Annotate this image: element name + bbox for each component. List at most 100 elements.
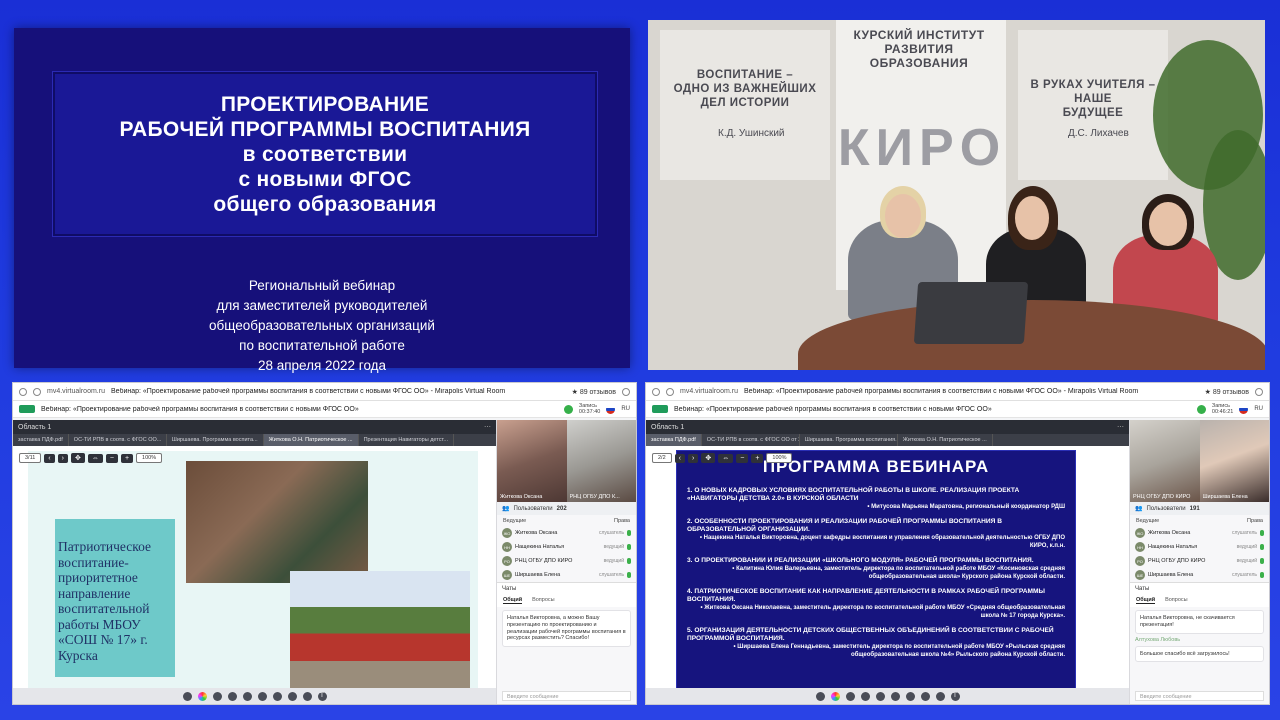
language-selector[interactable]: RU <box>621 406 630 412</box>
user-row[interactable]: ЖО Житкова Оксана слушатель <box>1130 526 1269 540</box>
marker-icon[interactable] <box>875 691 885 701</box>
user-name: Нащекина Наталья <box>515 544 565 550</box>
zoom-out-button[interactable]: − <box>736 453 749 463</box>
chat-input[interactable]: Введите сообщение <box>1135 691 1264 701</box>
move-icon[interactable]: ✥ <box>701 453 716 463</box>
user-row[interactable]: ЖО Житкова Оксана слушатель <box>497 526 636 540</box>
rectangle-icon[interactable] <box>272 691 282 701</box>
zoom-icon[interactable] <box>845 691 855 701</box>
chat-tab-questions[interactable]: Вопросы <box>532 597 555 604</box>
laptop <box>913 282 1029 344</box>
record-icon[interactable] <box>563 404 573 414</box>
eraser-icon[interactable] <box>302 691 312 701</box>
mic-icon[interactable] <box>1260 544 1264 550</box>
pen-icon[interactable] <box>227 691 237 701</box>
quote-line: В РУКАХ УЧИТЕЛЯ – <box>1030 79 1156 91</box>
camera-feed[interactable]: Ширшаева Елена <box>1199 420 1269 502</box>
area-menu-icon[interactable]: ⋯ <box>1117 423 1124 431</box>
reviews-badge[interactable]: ★ 89 отзывов <box>1205 388 1249 396</box>
mic-icon[interactable] <box>627 530 631 536</box>
users-count: 202 <box>556 505 567 512</box>
marker-icon[interactable] <box>242 691 252 701</box>
doc-tab[interactable]: Ширшаева. Программа воспитания. Моду... <box>800 434 898 446</box>
chat-tab-general[interactable]: Общий <box>503 597 523 604</box>
zoom-in-button[interactable]: + <box>751 453 764 463</box>
camera-feed[interactable]: Житкова Оксана <box>497 420 567 502</box>
user-row[interactable]: РО РНЦ ОГБУ ДПО КИРО ведущий <box>497 554 636 568</box>
download-icon[interactable] <box>622 387 630 396</box>
doc-tab[interactable]: заставка ПДФ.pdf <box>13 434 69 446</box>
doc-tab-active[interactable]: заставка ПДФ.pdf <box>646 434 702 446</box>
chats-header[interactable]: Чаты <box>1130 582 1269 594</box>
doc-tab[interactable]: Презентация Навигаторы детст... <box>359 434 455 446</box>
zoom-out-button[interactable]: − <box>105 453 118 463</box>
mic-icon[interactable] <box>627 558 631 564</box>
chat-input[interactable]: Введите сообщение <box>502 691 631 701</box>
move-icon[interactable]: ✥ <box>70 453 85 463</box>
text-icon[interactable]: T <box>950 691 960 701</box>
page-input[interactable]: 3/11 <box>19 453 42 463</box>
zoom-icon[interactable] <box>212 691 222 701</box>
user-row[interactable]: НН Нащекина Наталья ведущий <box>497 540 636 554</box>
address-bar[interactable]: mv4.virtualroom.ru <box>47 388 105 395</box>
camera-feed[interactable]: РНЦ ОГБУ ДПО К... <box>566 420 636 502</box>
record-icon[interactable] <box>1196 404 1206 414</box>
zoom-level[interactable]: 100% <box>766 453 793 463</box>
chat-tab-questions[interactable]: Вопросы <box>1165 597 1188 604</box>
next-page-button[interactable]: › <box>688 453 699 463</box>
ellipse-icon[interactable] <box>920 691 930 701</box>
back-icon[interactable] <box>19 387 27 396</box>
reviews-badge[interactable]: ★ 89 отзывов <box>572 388 616 396</box>
mic-icon[interactable] <box>1260 572 1264 578</box>
pointer-icon[interactable] <box>815 691 825 701</box>
prev-page-button[interactable]: ‹ <box>674 453 685 463</box>
camera-feed[interactable]: РНЦ ОГБУ ДПО КИРО <box>1130 420 1200 502</box>
fit-icon[interactable]: ⇔ <box>718 453 734 463</box>
area-menu-icon[interactable]: ⋯ <box>484 423 491 431</box>
mic-icon[interactable] <box>627 572 631 578</box>
download-icon[interactable] <box>1255 387 1263 396</box>
language-selector[interactable]: RU <box>1254 406 1263 412</box>
eraser-icon[interactable] <box>935 691 945 701</box>
ellipse-icon[interactable] <box>287 691 297 701</box>
zoom-level[interactable]: 100% <box>136 453 163 463</box>
pointer-icon[interactable] <box>182 691 192 701</box>
text-icon[interactable]: T <box>317 691 327 701</box>
chat-tab-general[interactable]: Общий <box>1136 597 1156 604</box>
user-row[interactable]: ШЕ Ширшаева Елена слушатель <box>1130 568 1269 582</box>
line-icon[interactable] <box>257 691 267 701</box>
doc-tab-active[interactable]: Житкова О.Н. Патриотическое ... <box>263 434 359 446</box>
users-bar[interactable]: 👥 Пользователи 202 <box>497 502 636 515</box>
mic-icon[interactable] <box>627 544 631 550</box>
prev-page-button[interactable]: ‹ <box>44 453 55 463</box>
reload-icon[interactable] <box>33 387 41 396</box>
rectangle-icon[interactable] <box>905 691 915 701</box>
users-bar[interactable]: 👥 Пользователи 191 <box>1130 502 1269 515</box>
doc-tab[interactable]: ОС-ТИ РПВ в соотв. с ФГОС ОО от 2023 г..… <box>702 434 800 446</box>
chats-header[interactable]: Чаты <box>497 582 636 594</box>
address-bar[interactable]: mv4.virtualroom.ru <box>680 388 738 395</box>
color-picker-icon[interactable] <box>830 691 840 701</box>
color-picker-icon[interactable] <box>197 691 207 701</box>
rights-label[interactable]: Права <box>614 518 630 524</box>
flag-icon[interactable] <box>606 404 616 414</box>
mic-icon[interactable] <box>1260 530 1264 536</box>
pen-icon[interactable] <box>860 691 870 701</box>
user-row[interactable]: ШЕ Ширшаева Елена слушатель <box>497 568 636 582</box>
mic-icon[interactable] <box>1260 558 1264 564</box>
next-page-button[interactable]: › <box>57 453 68 463</box>
doc-tab[interactable]: ОС-ТИ РПВ в соотв. с ФГОС ОО... <box>69 434 167 446</box>
doc-tab[interactable]: Житкова О.Н. Патриотическое ... <box>898 434 993 446</box>
reload-icon[interactable] <box>666 387 674 396</box>
flag-icon[interactable] <box>1239 404 1249 414</box>
line-icon[interactable] <box>890 691 900 701</box>
user-row[interactable]: РО РНЦ ОГБУ ДПО КИРО ведущий <box>1130 554 1269 568</box>
fit-icon[interactable]: ⇔ <box>87 453 103 463</box>
zoom-in-button[interactable]: + <box>120 453 134 463</box>
quote-line: БУДУЩЕЕ <box>1062 107 1124 119</box>
page-input[interactable]: 2/2 <box>652 453 672 463</box>
user-row[interactable]: НН Нащекина Наталья ведущий <box>1130 540 1269 554</box>
rights-label[interactable]: Права <box>1247 518 1263 524</box>
back-icon[interactable] <box>652 387 660 396</box>
doc-tab[interactable]: Ширшаева. Программа воспита... <box>167 434 264 446</box>
